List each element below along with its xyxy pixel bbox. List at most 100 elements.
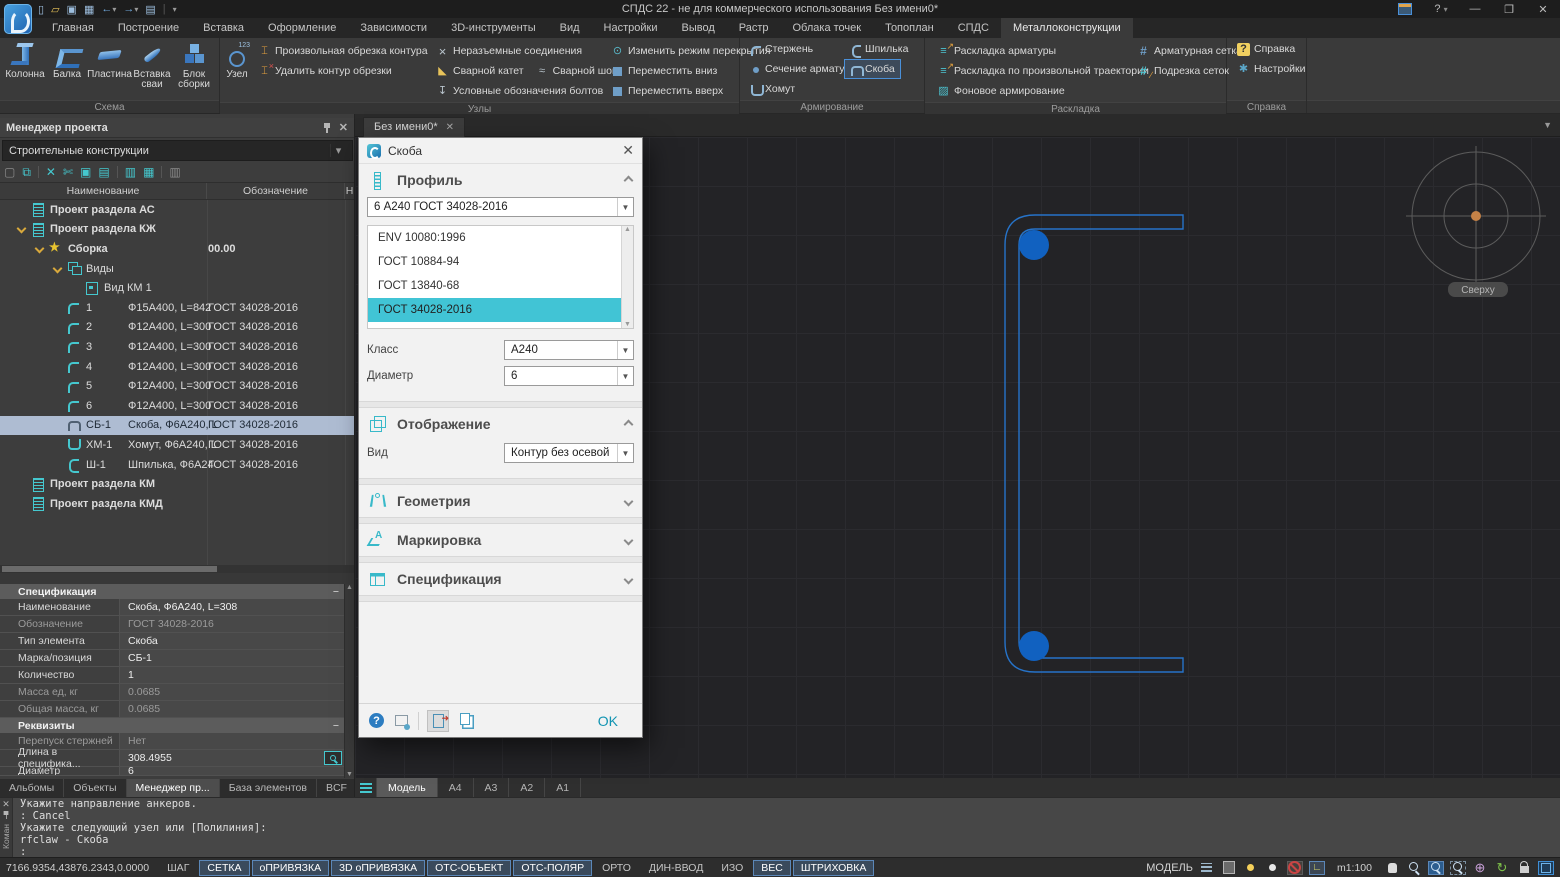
dialog-help-icon[interactable]: ?: [369, 713, 384, 728]
view-select[interactable]: Контур без осевой ▼: [504, 443, 634, 463]
redo-icon[interactable]: →▾: [123, 3, 138, 15]
standard-list-item[interactable]: ГОСТ 10884-94: [368, 250, 621, 274]
mode-toggle-button[interactable]: ДИН-ВВОД: [641, 860, 711, 876]
plate-button[interactable]: Пластина: [88, 40, 131, 100]
beam-button[interactable]: Балка: [46, 40, 88, 100]
spec-row[interactable]: Количество 1: [0, 667, 345, 684]
tree-row[interactable]: 4 Ф12А400, L=300 ГОСТ 34028-2016: [0, 357, 354, 377]
new-window-icon[interactable]: ⧉: [22, 165, 31, 180]
model-space-label[interactable]: МОДЕЛЬ: [1146, 862, 1193, 874]
zoom-icon[interactable]: [1406, 861, 1422, 875]
save-icon[interactable]: ▣: [67, 3, 77, 16]
document-list-chevron-icon[interactable]: ▼: [1543, 120, 1552, 130]
move-up-button[interactable]: Переместить вверх: [605, 81, 761, 101]
tree-horizontal-scrollbar[interactable]: [0, 565, 354, 573]
mode-toggle-button[interactable]: ОРТО: [594, 860, 639, 876]
spec-row[interactable]: Тип элемента Скоба: [0, 633, 345, 650]
rebar-button[interactable]: Стержень: [744, 39, 844, 59]
bolt-symbols-button[interactable]: Условные обозначения болтов: [430, 81, 601, 101]
collapse-icon[interactable]: −: [333, 586, 339, 598]
tree-expander-icon[interactable]: [52, 303, 66, 313]
tree-expander-icon[interactable]: [52, 440, 66, 450]
qat-customize-icon[interactable]: ▾: [173, 5, 177, 14]
mesh-trim-button[interactable]: Подрезка сеток: [1131, 61, 1223, 81]
spec-row[interactable]: Общая масса, кг 0.0685: [0, 701, 345, 718]
delete-icon[interactable]: ✕: [46, 165, 56, 179]
spec-row-value[interactable]: Нет: [120, 733, 345, 749]
tree-row[interactable]: Сборка 00.00: [0, 239, 354, 259]
mode-toggle-button[interactable]: 3D оПРИВЯЗКА: [331, 860, 425, 876]
ok-button[interactable]: OK: [598, 713, 618, 729]
panel-tab[interactable]: Объекты: [64, 779, 126, 797]
tree-row[interactable]: Проект раздела КМД: [0, 494, 354, 514]
specification-section-header[interactable]: Спецификация: [359, 563, 642, 595]
column-header-designation[interactable]: Обозначение: [207, 183, 345, 199]
tree-expander-icon[interactable]: [16, 479, 30, 489]
tree-row[interactable]: Проект раздела КМ: [0, 474, 354, 494]
spec-row[interactable]: Длина в специфика... 308.4955: [0, 750, 345, 767]
standard-list-item[interactable]: ГОСТ 34028-2016: [368, 298, 621, 322]
tree-row[interactable]: Ш-1 Шпилька, Ф6А24 ГОСТ 34028-2016: [0, 455, 354, 475]
layout-tab[interactable]: A1: [545, 778, 581, 797]
tree-row[interactable]: ХМ-1 Хомут, Ф6А240, L ГОСТ 34028-2016: [0, 435, 354, 455]
ribbon-tab[interactable]: Главная: [40, 18, 106, 38]
regen-icon[interactable]: [1494, 861, 1510, 875]
pin-icon[interactable]: [323, 123, 331, 133]
marking-section-header[interactable]: Маркировка: [359, 524, 642, 556]
ribbon-tab[interactable]: Растр: [727, 18, 781, 38]
ribbon-tab[interactable]: Зависимости: [348, 18, 439, 38]
tree-row[interactable]: 2 Ф12А400, L=300 ГОСТ 34028-2016: [0, 318, 354, 338]
tree-row[interactable]: Вид КМ 1: [0, 278, 354, 298]
tree-row[interactable]: 6 Ф12А400, L=300 ГОСТ 34028-2016: [0, 396, 354, 416]
layout-tab[interactable]: A4: [438, 778, 474, 797]
spec-row-value[interactable]: 1: [120, 667, 345, 683]
list-scrollbar[interactable]: ▲▼: [621, 226, 633, 328]
permanent-joints-button[interactable]: Неразъемные соединения: [430, 41, 601, 61]
tab-close-icon[interactable]: ✕: [446, 122, 454, 133]
project-type-select[interactable]: Строительные конструкции ▾: [2, 140, 353, 161]
panel-close-icon[interactable]: ✕: [339, 121, 348, 134]
layout-tab[interactable]: Модель: [377, 778, 438, 797]
tree-row[interactable]: 1 Ф15А400, L=842 ГОСТ 34028-2016: [0, 298, 354, 318]
settings-button[interactable]: Настройки: [1231, 59, 1302, 79]
ribbon-tab[interactable]: Металлоконструкции: [1001, 18, 1133, 38]
ribbon-tab[interactable]: Построение: [106, 18, 191, 38]
mode-toggle-button[interactable]: ШТРИХОВКА: [793, 860, 875, 876]
tree-expander-icon[interactable]: [52, 381, 66, 391]
fullscreen-icon[interactable]: [1538, 861, 1554, 875]
highlight-bulb-icon[interactable]: [1243, 861, 1259, 875]
save-all-icon[interactable]: ▦: [84, 3, 94, 16]
mode-toggle-button[interactable]: оПРИВЯЗКА: [252, 860, 330, 876]
minimize-button[interactable]: —: [1458, 0, 1492, 18]
spec-section-header[interactable]: Спецификация −: [0, 584, 345, 599]
rebar-section-button[interactable]: Сечение арматуры: [744, 59, 844, 79]
app-logo[interactable]: [4, 4, 32, 34]
spec-row-value[interactable]: ГОСТ 34028-2016: [120, 616, 345, 632]
spec-row-value[interactable]: 0.0685: [120, 701, 345, 717]
profile-section-header[interactable]: Профиль: [359, 164, 642, 196]
stirrup-button[interactable]: Хомут: [744, 79, 801, 99]
column-header-partial[interactable]: Н: [345, 183, 354, 199]
help-menu-button[interactable]: ? ▾: [1424, 0, 1458, 18]
sheet-icon[interactable]: [1221, 861, 1237, 875]
spec-row[interactable]: Марка/позиция СБ-1: [0, 650, 345, 667]
scale-indicator[interactable]: m1:100: [1331, 862, 1378, 874]
pin-icon[interactable]: [3, 811, 9, 819]
zoom-frame-icon[interactable]: [1450, 861, 1466, 875]
panel-tab[interactable]: Альбомы: [0, 779, 64, 797]
tree-expander-icon[interactable]: [70, 283, 84, 293]
ribbon-tab[interactable]: Вставка: [191, 18, 256, 38]
new-file-icon[interactable]: ▯: [38, 3, 44, 16]
layout-tab[interactable]: A2: [509, 778, 545, 797]
workspace-icon[interactable]: [1390, 0, 1424, 18]
help-button[interactable]: Справка: [1231, 39, 1302, 59]
node-button[interactable]: Узел: [224, 40, 250, 102]
orbit-icon[interactable]: [1472, 861, 1488, 875]
cut-icon[interactable]: ✄: [63, 165, 73, 179]
tree-expander-icon[interactable]: [34, 244, 48, 254]
mode-toggle-button[interactable]: СЕТКА: [199, 860, 249, 876]
dialog-close-icon[interactable]: ✕: [622, 142, 634, 159]
tree-expander-icon[interactable]: [52, 342, 66, 352]
new-project-icon[interactable]: ▢: [4, 165, 15, 179]
move-down-button[interactable]: Переместить вниз: [605, 61, 761, 81]
